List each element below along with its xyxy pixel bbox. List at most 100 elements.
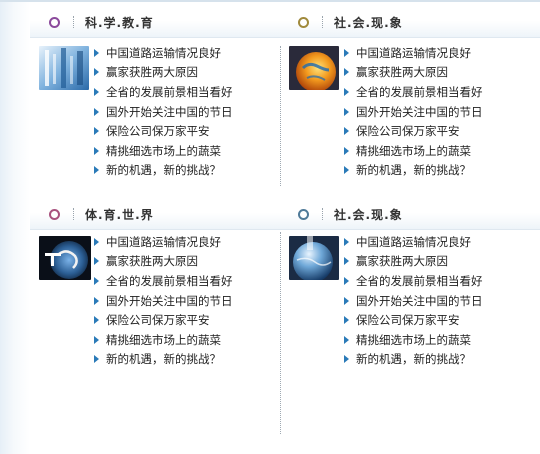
list-item[interactable]: 赢家获胜两大原因: [344, 63, 483, 83]
list-item[interactable]: 赢家获胜两大原因: [344, 252, 483, 272]
column-divider: [280, 46, 281, 186]
news-link[interactable]: 新的机遇，新的挑战？: [356, 162, 471, 178]
news-link[interactable]: 中国道路运输情况良好: [106, 234, 221, 250]
news-link[interactable]: 保险公司保万家平安: [356, 312, 460, 328]
blue-globe-thumbnail-image[interactable]: [289, 236, 339, 280]
list-item[interactable]: 新的机遇，新的挑战？: [94, 161, 233, 181]
dark-globe-thumbnail-image[interactable]: [39, 236, 91, 280]
news-link[interactable]: 赢家获胜两大原因: [106, 253, 198, 269]
panel-title[interactable]: 社.会.现.象: [334, 14, 403, 31]
news-link[interactable]: 中国道路运输情况良好: [106, 45, 221, 61]
column-divider: [280, 232, 281, 434]
list-item[interactable]: 全省的发展前景相当看好: [344, 271, 483, 291]
list-item[interactable]: 新的机遇，新的挑战？: [94, 350, 233, 370]
arrow-right-icon: [94, 68, 99, 77]
news-link[interactable]: 国外开始关注中国的节日: [356, 293, 483, 309]
list-item[interactable]: 精挑细选市场上的蔬菜: [94, 141, 233, 161]
list-item[interactable]: 中国道路运输情况良好: [344, 43, 483, 63]
list-item[interactable]: 保险公司保万家平安: [344, 310, 483, 330]
circle-bullet-icon: [49, 16, 60, 28]
news-link[interactable]: 保险公司保万家平安: [106, 312, 210, 328]
list-item[interactable]: 国外开始关注中国的节日: [344, 102, 483, 122]
news-link[interactable]: 精挑细选市场上的蔬菜: [106, 143, 221, 159]
news-link[interactable]: 中国道路运输情况良好: [356, 234, 471, 250]
arrow-right-icon: [344, 146, 349, 155]
arrow-right-icon: [344, 335, 349, 344]
news-link[interactable]: 新的机遇，新的挑战？: [106, 162, 221, 178]
news-link[interactable]: 赢家获胜两大原因: [106, 64, 198, 80]
news-link[interactable]: 精挑细选市场上的蔬菜: [356, 332, 471, 348]
header-divider: [73, 16, 75, 28]
news-list: 中国道路运输情况良好 赢家获胜两大原因 全省的发展前景相当看好 国外开始关注中国…: [344, 43, 483, 180]
panel-title[interactable]: 社.会.现.象: [334, 206, 403, 223]
list-item[interactable]: 国外开始关注中国的节日: [94, 291, 233, 311]
list-item[interactable]: 精挑细选市场上的蔬菜: [344, 330, 483, 350]
orange-globe-thumbnail-image[interactable]: [289, 46, 339, 90]
news-link[interactable]: 精挑细选市场上的蔬菜: [356, 143, 471, 159]
arrow-right-icon: [344, 166, 349, 175]
arrow-right-icon: [94, 296, 99, 305]
news-link[interactable]: 中国道路运输情况良好: [356, 45, 471, 61]
news-link[interactable]: 精挑细选市场上的蔬菜: [106, 332, 221, 348]
section-bottom: 体.育.世.界 中国道路运输情况良好 赢家获胜两大原因 全省的发展前景相当看好 …: [30, 196, 540, 438]
arrow-right-icon: [94, 48, 99, 57]
arrow-right-icon: [94, 316, 99, 325]
news-link[interactable]: 新的机遇，新的挑战？: [106, 351, 221, 367]
list-item[interactable]: 全省的发展前景相当看好: [344, 82, 483, 102]
news-link[interactable]: 保险公司保万家平安: [106, 123, 210, 139]
top-border: [0, 0, 540, 2]
panel-header: 社.会.现.象: [298, 204, 403, 224]
list-item[interactable]: 国外开始关注中国的节日: [344, 291, 483, 311]
news-link[interactable]: 全省的发展前景相当看好: [106, 273, 233, 289]
list-item[interactable]: 中国道路运输情况良好: [94, 232, 233, 252]
news-link[interactable]: 保险公司保万家平安: [356, 123, 460, 139]
list-item[interactable]: 全省的发展前景相当看好: [94, 271, 233, 291]
arrow-right-icon: [94, 107, 99, 116]
section-top: 科.学.教.育 中国道路运输情况良好 赢家获胜两大原因 全省的发展前景相当看好: [30, 4, 540, 194]
list-item[interactable]: 保险公司保万家平安: [344, 121, 483, 141]
arrow-right-icon: [94, 335, 99, 344]
news-list: 中国道路运输情况良好 赢家获胜两大原因 全省的发展前景相当看好 国外开始关注中国…: [344, 232, 483, 369]
panel-header: 体.育.世.界: [49, 204, 154, 224]
news-link[interactable]: 全省的发展前景相当看好: [106, 84, 233, 100]
arrow-right-icon: [344, 107, 349, 116]
list-item[interactable]: 新的机遇，新的挑战？: [344, 161, 483, 181]
news-link[interactable]: 新的机遇，新的挑战？: [356, 351, 471, 367]
news-link[interactable]: 全省的发展前景相当看好: [356, 84, 483, 100]
arrow-right-icon: [94, 127, 99, 136]
panel-title[interactable]: 科.学.教.育: [85, 14, 154, 31]
arrow-right-icon: [344, 257, 349, 266]
list-item[interactable]: 国外开始关注中国的节日: [94, 102, 233, 122]
panel-header: 社.会.现.象: [298, 12, 403, 32]
list-item[interactable]: 新的机遇，新的挑战？: [344, 350, 483, 370]
list-item[interactable]: 赢家获胜两大原因: [94, 252, 233, 272]
arrow-right-icon: [344, 127, 349, 136]
news-link[interactable]: 赢家获胜两大原因: [356, 64, 448, 80]
list-item[interactable]: 赢家获胜两大原因: [94, 63, 233, 83]
header-divider: [322, 16, 324, 28]
arrow-right-icon: [344, 355, 349, 364]
list-item[interactable]: 全省的发展前景相当看好: [94, 82, 233, 102]
list-item[interactable]: 中国道路运输情况良好: [94, 43, 233, 63]
arrow-right-icon: [94, 355, 99, 364]
arrow-right-icon: [344, 316, 349, 325]
news-link[interactable]: 赢家获胜两大原因: [356, 253, 448, 269]
news-link[interactable]: 全省的发展前景相当看好: [356, 273, 483, 289]
arrow-right-icon: [94, 146, 99, 155]
arrow-right-icon: [94, 237, 99, 246]
list-item[interactable]: 保险公司保万家平安: [94, 121, 233, 141]
arrow-right-icon: [94, 257, 99, 266]
list-item[interactable]: 精挑细选市场上的蔬菜: [344, 141, 483, 161]
panel-title[interactable]: 体.育.世.界: [85, 206, 154, 223]
list-item[interactable]: 中国道路运输情况良好: [344, 232, 483, 252]
list-item[interactable]: 精挑细选市场上的蔬菜: [94, 330, 233, 350]
arrow-right-icon: [344, 48, 349, 57]
list-item[interactable]: 保险公司保万家平安: [94, 310, 233, 330]
circle-bullet-icon: [49, 208, 60, 220]
news-list: 中国道路运输情况良好 赢家获胜两大原因 全省的发展前景相当看好 国外开始关注中国…: [94, 232, 233, 369]
blue-abstract-thumbnail-image[interactable]: [39, 46, 89, 90]
news-link[interactable]: 国外开始关注中国的节日: [106, 293, 233, 309]
arrow-right-icon: [94, 276, 99, 285]
news-link[interactable]: 国外开始关注中国的节日: [106, 104, 233, 120]
news-link[interactable]: 国外开始关注中国的节日: [356, 104, 483, 120]
